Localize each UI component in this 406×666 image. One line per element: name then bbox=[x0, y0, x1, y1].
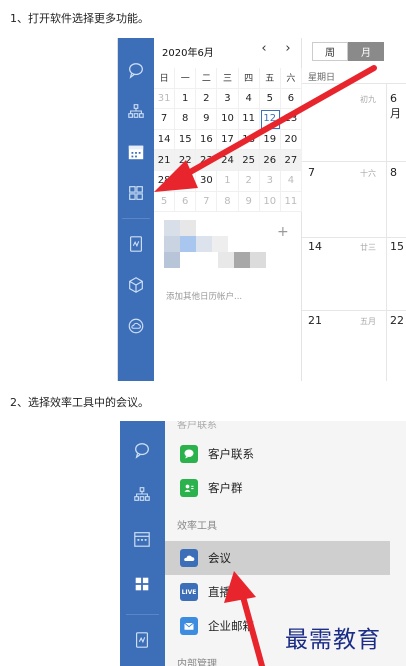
red-arrow-annotation bbox=[154, 65, 377, 192]
watermark-text: 最需教育 bbox=[285, 627, 381, 653]
page: 1、打开软件选择更多功能。 2020年6月 ‹ › 日 一 二 三 四 五 六 … bbox=[0, 0, 406, 666]
step-1-text: 1、打开软件选择更多功能。 bbox=[10, 12, 149, 25]
screenshot-1: 2020年6月 ‹ › 日 一 二 三 四 五 六 31 1 2 3 4 5 6 7 8 9 10 1… bbox=[117, 38, 406, 381]
step-2-text: 2、选择效率工具中的会议。 bbox=[10, 396, 149, 409]
